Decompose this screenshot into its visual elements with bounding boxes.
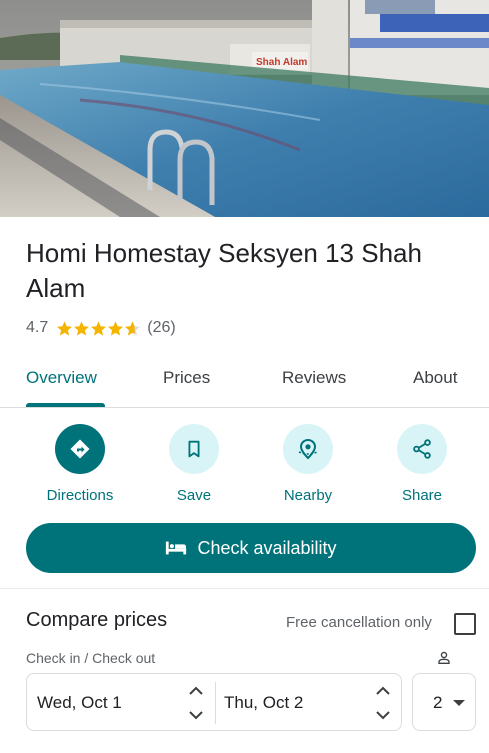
guest-count-value: 2 <box>433 693 443 712</box>
check-out-date[interactable]: Thu, Oct 2 <box>224 693 303 713</box>
star-icon <box>91 320 107 336</box>
bookmark-icon <box>188 440 200 458</box>
star-icon <box>108 320 124 336</box>
rating-row[interactable]: 4.7 (26) <box>26 317 176 339</box>
half-star-icon <box>125 320 141 336</box>
directions-button[interactable]: Directions <box>30 424 130 504</box>
dates-label: Check in / Check out <box>26 650 156 666</box>
save-label: Save <box>176 487 212 504</box>
compare-prices-title: Compare prices <box>26 609 168 631</box>
directions-circle <box>55 424 105 474</box>
share-circle <box>397 424 447 474</box>
star-icon <box>74 320 90 336</box>
star-icon <box>57 320 73 336</box>
share-button[interactable]: Share <box>372 424 472 504</box>
share-label: Share <box>401 487 443 504</box>
nearby-label: Nearby <box>283 487 333 504</box>
hotel-name: Homi Homestay Seksyen 13 Shah Alam <box>26 238 422 303</box>
tab-about[interactable]: About <box>413 368 457 388</box>
section-divider <box>0 588 489 589</box>
tab-reviews[interactable]: Reviews <box>282 368 346 388</box>
person-icon <box>438 651 450 664</box>
hero-sign-text: Shah Alam <box>256 57 307 68</box>
date-separator <box>215 682 216 724</box>
nearby-icon <box>298 438 318 460</box>
directions-icon <box>70 439 90 459</box>
check-in-stepper-icon[interactable] <box>187 683 205 723</box>
action-row: Directions Save Nearby Share <box>0 424 489 509</box>
check-availability-button[interactable]: Check availability <box>26 523 476 573</box>
check-availability-label: Check availability <box>197 537 337 558</box>
nearby-button[interactable]: Nearby <box>258 424 358 504</box>
share-icon <box>413 439 431 459</box>
bed-icon <box>166 541 187 555</box>
tab-bar: Overview Prices Reviews About <box>0 356 489 408</box>
check-out-stepper-icon[interactable] <box>374 683 392 723</box>
check-in-date[interactable]: Wed, Oct 1 <box>37 693 122 713</box>
pool-image: Shah Alam <box>0 0 489 217</box>
review-count[interactable]: (26) <box>147 319 175 337</box>
tab-overview[interactable]: Overview <box>26 368 97 388</box>
dropdown-caret-icon <box>453 700 465 706</box>
date-range-picker: Wed, Oct 1 Thu, Oct 2 <box>26 673 402 731</box>
guest-count-select[interactable]: 2 <box>412 673 476 731</box>
active-tab-indicator <box>26 403 105 407</box>
save-circle <box>169 424 219 474</box>
free-cancellation-checkbox[interactable] <box>454 613 476 635</box>
hero-photo[interactable]: Shah Alam <box>0 0 489 217</box>
nearby-circle <box>283 424 333 474</box>
star-rating <box>56 320 141 337</box>
save-button[interactable]: Save <box>144 424 244 504</box>
rating-value: 4.7 <box>26 319 49 336</box>
directions-label: Directions <box>46 487 114 504</box>
tab-prices[interactable]: Prices <box>163 368 210 388</box>
free-cancellation-label: Free cancellation only <box>286 614 432 631</box>
